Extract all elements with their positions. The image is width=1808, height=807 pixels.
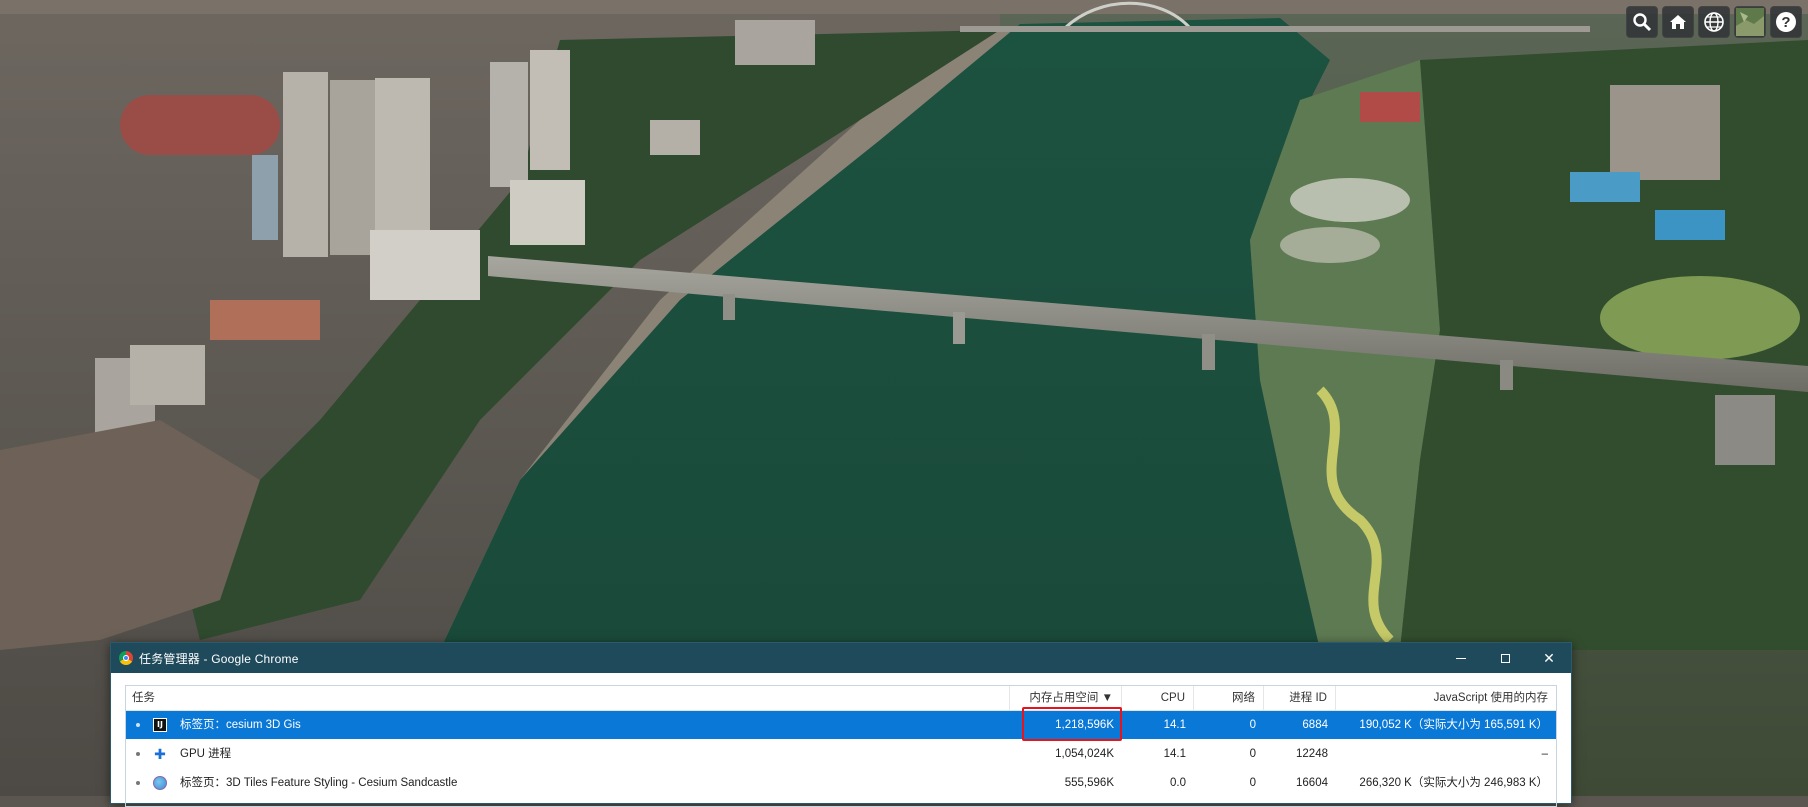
svg-text:?: ? [1781,14,1790,31]
pid-value: 12248 [1296,748,1328,760]
js-memory-value: – [1541,748,1548,760]
building-low [510,180,585,245]
table-row[interactable]: ✚ GPU 进程 1,054,024K 14.1 0 12248 – [126,740,1556,768]
sports-field [1600,276,1800,360]
building-tower [530,50,570,170]
building-low [650,120,700,155]
table-row[interactable]: IJ 标签页：cesium 3D Gis 1,218,596K 14.1 0 6… [126,711,1556,739]
bridge-pier [723,294,735,320]
cesium-globe-icon [153,776,167,790]
building-low [370,230,480,300]
distant-bridge-deck [960,26,1590,32]
memory-value: 1,054,024K [1055,748,1114,760]
puzzle-icon: ✚ [154,746,166,762]
memory-highlight-annotation [1022,707,1122,741]
task-name: 标签页：cesium 3D Gis [180,719,301,731]
process-table: 任务 内存占用空间 ▼ CPU 网络 进程 ID JavaScript 使用的内… [125,685,1557,807]
cesium-toolbar: ? [1626,6,1802,38]
home-icon [1670,15,1686,29]
far-city-strip [0,0,1808,14]
building-low [735,20,815,65]
column-header-task[interactable]: 任务 [126,686,1010,710]
building-tower [252,155,278,240]
network-value: 0 [1249,748,1256,760]
scene-mode-button[interactable] [1698,6,1730,38]
close-icon: ✕ [1543,649,1555,666]
building-tower [375,78,430,248]
task-name: 标签页：3D Tiles Feature Styling - Cesium Sa… [180,777,458,789]
row-bullet [136,723,140,727]
task-manager-window: 任务管理器 - Google Chrome ✕ 任务 内存占用空间 ▼ CPU … [110,642,1572,807]
sports-track [120,95,280,155]
building-low [130,345,205,405]
building-tower [283,72,328,257]
base-layer-picker-icon [1736,8,1764,36]
column-header-pid[interactable]: 进程 ID [1264,686,1336,710]
park-plaza [1280,227,1380,263]
base-layer-picker-button[interactable] [1734,6,1766,38]
help-icon: ? [1776,12,1796,32]
building-low [210,300,320,340]
building-right [1610,85,1720,180]
js-memory-value: 266,320 K（实际大小为 246,983 K） [1359,777,1548,789]
task-name: GPU 进程 [180,748,232,760]
table-header: 任务 内存占用空间 ▼ CPU 网络 进程 ID JavaScript 使用的内… [126,686,1556,711]
building-right [1570,172,1640,202]
row-bullet [136,752,140,756]
home-button[interactable] [1662,6,1694,38]
table-row[interactable]: 标签页：3D Tiles Feature Styling - Cesium Sa… [126,769,1556,797]
pid-value: 6884 [1302,719,1328,731]
chrome-icon [119,651,133,665]
minimize-button[interactable] [1439,643,1483,673]
network-value: 0 [1249,719,1256,731]
maximize-icon [1500,653,1510,663]
js-memory-value: 190,052 K（实际大小为 165,591 K） [1359,719,1548,731]
cpu-value: 14.1 [1163,748,1186,760]
maximize-button[interactable] [1483,643,1527,673]
building-tower [330,80,375,255]
network-value: 0 [1249,777,1256,789]
red-court [1360,92,1420,122]
building-right [1655,210,1725,240]
building-right [1715,395,1775,465]
intellij-icon: IJ [153,718,167,732]
search-icon [1633,13,1652,32]
cpu-value: 14.1 [1163,719,1186,731]
pid-value: 16604 [1296,777,1328,789]
memory-value: 555,596K [1064,777,1114,789]
minimize-icon [1456,657,1466,659]
park-plaza [1290,178,1410,222]
building-tower [490,62,528,187]
window-title: 任务管理器 - Google Chrome [139,651,299,666]
search-button[interactable] [1626,6,1658,38]
help-button[interactable]: ? [1770,6,1802,38]
row-bullet [136,781,140,785]
close-button[interactable]: ✕ [1527,643,1571,673]
column-header-network[interactable]: 网络 [1194,686,1264,710]
globe-icon [1704,12,1724,32]
cpu-value: 0.0 [1170,777,1186,789]
task-manager-titlebar[interactable]: 任务管理器 - Google Chrome ✕ [111,643,1571,673]
column-header-cpu[interactable]: CPU [1122,686,1194,710]
bridge-pier [1202,334,1215,370]
column-header-js-memory[interactable]: JavaScript 使用的内存 [1336,686,1556,710]
bridge-pier [1500,360,1513,390]
bridge-pier [953,312,965,344]
